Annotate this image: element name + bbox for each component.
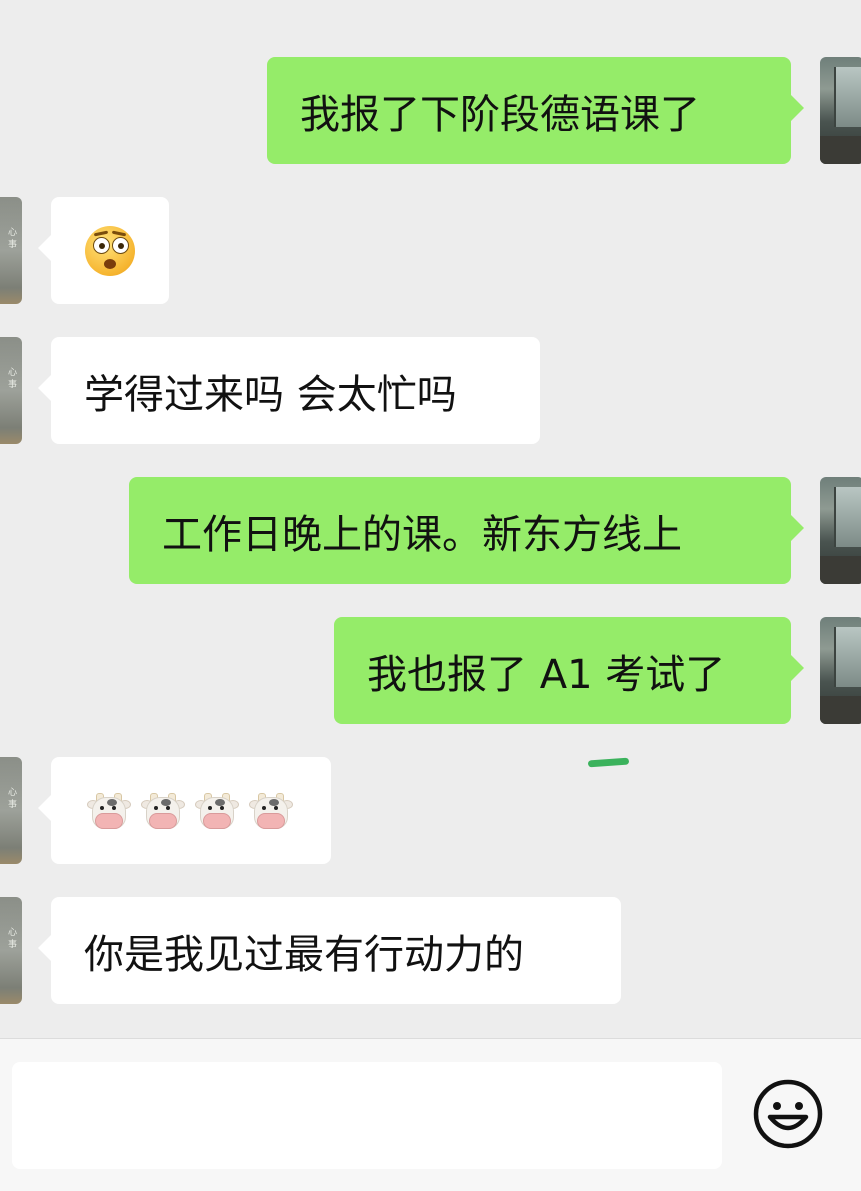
message-bubble[interactable]: 你是我见过最有行动力的 (51, 897, 621, 1004)
bubble-tail (38, 375, 51, 401)
self-avatar[interactable] (820, 617, 861, 724)
message-outgoing: 我报了下阶段德语课了 (0, 57, 861, 164)
message-outgoing: 工作日晚上的课。新东方线上 (0, 477, 861, 584)
cow-face-icon (87, 791, 131, 831)
bubble-tail (791, 515, 804, 541)
message-text: 我报了下阶段德语课了 (300, 91, 700, 138)
message-bubble[interactable]: 工作日晚上的课。新东方线上 (129, 477, 791, 584)
message-bubble[interactable] (51, 197, 169, 304)
smiley-icon[interactable] (753, 1079, 823, 1149)
bubble-tail (791, 95, 804, 121)
cow-face-icon (249, 791, 293, 831)
message-text: 你是我见过最有行动力的 (84, 931, 524, 978)
contact-avatar[interactable]: 心事 (0, 337, 22, 444)
message-bubble[interactable]: 我也报了 A1 考试了 (334, 617, 791, 724)
cow-face-icon (195, 791, 239, 831)
self-avatar[interactable] (820, 57, 861, 164)
bubble-tail (38, 235, 51, 261)
message-text: 工作日晚上的课。新东方线上 (162, 511, 682, 558)
message-incoming: 心事 你是我见过最有行动力的 (0, 897, 861, 1004)
message-bubble[interactable]: 学得过来吗 会太忙吗 (51, 337, 540, 444)
self-avatar[interactable] (820, 477, 861, 584)
message-outgoing: 我也报了 A1 考试了 (0, 617, 861, 724)
message-incoming: 心事 学得过来吗 会太忙吗 (0, 337, 861, 444)
bubble-tail (38, 795, 51, 821)
message-input[interactable] (12, 1062, 722, 1169)
contact-avatar[interactable]: 心事 (0, 197, 22, 304)
contact-avatar[interactable]: 心事 (0, 897, 22, 1004)
contact-avatar[interactable]: 心事 (0, 757, 22, 864)
bubble-tail (38, 935, 51, 961)
input-bar (0, 1038, 861, 1191)
bubble-tail (791, 655, 804, 681)
message-incoming: 心事 (0, 757, 861, 864)
flushed-face-icon (85, 225, 135, 276)
message-bubble[interactable] (51, 757, 331, 864)
message-text: 我也报了 A1 考试了 (367, 651, 726, 698)
message-bubble[interactable]: 我报了下阶段德语课了 (267, 57, 791, 164)
message-text: 学得过来吗 会太忙吗 (84, 371, 457, 418)
cow-face-icon (141, 791, 185, 831)
message-incoming: 心事 (0, 197, 861, 304)
chat-area[interactable]: 我报了下阶段德语课了 心事 心事 学得过来吗 会太忙吗 工作日晚上的课。新东方线… (0, 0, 861, 1038)
